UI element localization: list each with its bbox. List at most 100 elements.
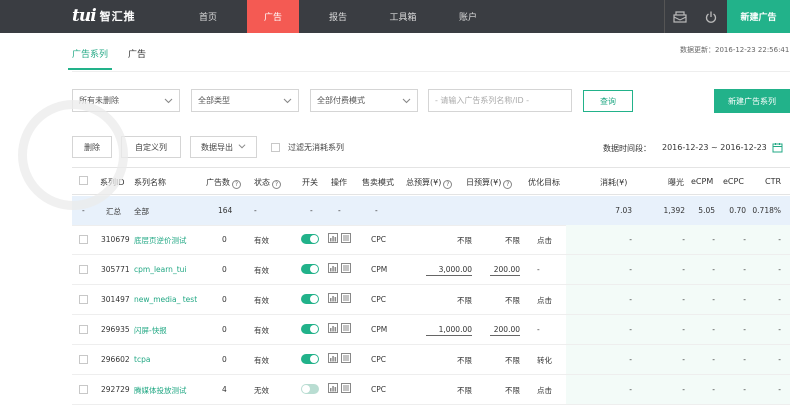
help-icon[interactable]: ? (232, 180, 241, 189)
report-icon[interactable] (341, 383, 351, 393)
date-range-value[interactable]: 2016-12-23 ~ 2016-12-23 (662, 143, 767, 152)
row-total-budget[interactable]: 不限 (426, 295, 472, 306)
row-daily-budget[interactable]: 200.00 (490, 325, 520, 336)
col-ecpm[interactable]: eCPM (691, 177, 713, 186)
col-ecpc[interactable]: eCPC (723, 177, 744, 186)
chart-icon[interactable] (328, 353, 338, 363)
filter-no-cost-checkbox[interactable]: 过滤无消耗系列 (271, 142, 344, 153)
checkbox[interactable] (271, 143, 280, 152)
select-all-checkbox[interactable] (79, 176, 88, 185)
row-total-budget[interactable]: 不限 (426, 355, 472, 366)
row-daily-budget[interactable]: 200.00 (490, 265, 520, 276)
custom-columns-button[interactable]: 自定义列 (121, 136, 181, 158)
row-name-link[interactable]: 腾媒体投放测试 (134, 385, 187, 396)
search-input[interactable] (428, 89, 572, 112)
row-checkbox[interactable] (79, 235, 88, 244)
row-name-link[interactable]: 闪屏-快报 (134, 325, 167, 336)
table-row[interactable]: 305771 cpm_learn_tui 0 有效 CPM 3,000.00 2… (72, 255, 790, 285)
col-ctr[interactable]: CTR (765, 177, 781, 186)
help-icon[interactable]: ? (443, 180, 453, 189)
report-icon[interactable] (341, 233, 351, 243)
row-name-link[interactable]: new_media_ test (134, 295, 197, 304)
col-total-budget[interactable]: 总预算(¥)? (406, 177, 453, 189)
chart-icon[interactable] (328, 293, 338, 303)
row-total-budget[interactable]: 3,000.00 (426, 265, 472, 276)
col-ads[interactable]: 广告数? (206, 177, 241, 189)
row-toggle-switch[interactable] (301, 264, 319, 274)
new-series-button[interactable]: 新建广告系列 (714, 89, 790, 113)
row-toggle-switch[interactable] (301, 294, 319, 304)
tab-ad-series[interactable]: 广告系列 (68, 47, 113, 70)
row-toggle-switch[interactable] (301, 354, 319, 364)
search-input-field[interactable] (429, 90, 571, 111)
row-checkbox[interactable] (79, 385, 88, 394)
row-daily-budget[interactable]: 不限 (490, 355, 520, 366)
new-ad-button[interactable]: 新建广告 (727, 0, 790, 33)
report-icon[interactable] (341, 293, 351, 303)
nav-account[interactable]: 账户 (442, 0, 494, 33)
message-icon[interactable] (665, 0, 696, 33)
nav-ads[interactable]: 广告 (247, 0, 299, 33)
table-row[interactable]: 292729 腾媒体投放测试 4 无效 CPC 不限 不限 点击 - - - -… (72, 375, 790, 405)
row-checkbox[interactable] (79, 355, 88, 364)
row-ops (328, 293, 351, 303)
table-row[interactable]: 296935 闪屏-快报 0 有效 CPM 1,000.00 200.00 - … (72, 315, 790, 345)
row-ecpm: - (712, 295, 715, 304)
col-name[interactable]: 系列名称 (134, 177, 166, 188)
chart-icon[interactable] (328, 263, 338, 273)
nav-home[interactable]: 首页 (182, 0, 234, 33)
query-button[interactable]: 查询 (583, 90, 633, 112)
row-total-budget[interactable]: 不限 (426, 235, 472, 246)
chart-icon[interactable] (328, 383, 338, 393)
help-icon[interactable]: ? (272, 180, 281, 189)
pay-mode-select[interactable]: 全部付费模式 (310, 89, 418, 112)
row-daily-budget[interactable]: 不限 (490, 235, 520, 246)
row-checkbox[interactable] (79, 295, 88, 304)
table-row[interactable]: 310679 底层页逆价测试 0 有效 CPC 不限 不限 点击 - - - -… (72, 225, 790, 255)
row-total-budget[interactable]: 1,000.00 (426, 325, 472, 336)
row-toggle-switch[interactable] (301, 384, 319, 394)
update-time: 数据更新：2016-12-23 22:56:41 (680, 46, 790, 54)
nav-reports[interactable]: 报告 (312, 0, 364, 33)
row-checkbox[interactable] (79, 325, 88, 334)
row-checkbox[interactable] (79, 265, 88, 274)
tab-ads[interactable]: 广告 (128, 47, 146, 70)
status-select[interactable]: 所有未删除 (72, 89, 180, 112)
col-status[interactable]: 状态? (254, 177, 281, 189)
delete-button[interactable]: 删除 (72, 136, 112, 158)
power-icon[interactable] (696, 0, 727, 33)
report-icon[interactable] (341, 323, 351, 333)
row-toggle-switch[interactable] (301, 234, 319, 244)
row-daily-budget[interactable]: 不限 (490, 295, 520, 306)
table-row[interactable]: 296602 tcpa 0 有效 CPC 不限 不限 转化 - - - - - (72, 345, 790, 375)
calendar-icon[interactable] (772, 142, 783, 155)
chevron-down-icon (402, 96, 411, 107)
total-ecpm: 5.05 (698, 206, 715, 215)
col-daily-budget[interactable]: 日预算(¥)? (466, 177, 513, 189)
col-ops: 操作 (331, 178, 347, 187)
row-name-link[interactable]: 底层页逆价测试 (134, 235, 187, 246)
total-ops: - (338, 206, 341, 215)
col-id[interactable]: 系列ID (100, 177, 125, 188)
filter-no-cost-label: 过滤无消耗系列 (288, 143, 344, 152)
col-total-budget-label: 总预算(¥) (406, 178, 442, 187)
row-total-budget[interactable]: 不限 (426, 385, 472, 396)
help-icon[interactable]: ? (503, 180, 513, 189)
export-button[interactable]: 数据导出 (190, 136, 257, 158)
type-select[interactable]: 全部类型 (191, 89, 299, 112)
report-icon[interactable] (341, 263, 351, 273)
report-icon[interactable] (341, 353, 351, 363)
chart-icon[interactable] (328, 233, 338, 243)
row-name-link[interactable]: cpm_learn_tui (134, 265, 186, 274)
col-cost[interactable]: 消耗(¥) (600, 177, 627, 188)
table-row[interactable]: 301497 new_media_ test 0 有效 CPC 不限 不限 点击… (72, 285, 790, 315)
total-impressions: 1,392 (663, 206, 685, 215)
row-toggle-switch[interactable] (301, 324, 319, 334)
col-impressions[interactable]: 曝光 (668, 177, 684, 188)
row-daily-budget[interactable]: 不限 (490, 385, 520, 396)
chart-icon[interactable] (328, 323, 338, 333)
row-status: 有效 (254, 326, 269, 335)
logo[interactable]: tui 智汇推 (72, 6, 136, 26)
row-name-link[interactable]: tcpa (134, 355, 150, 364)
nav-toolbox[interactable]: 工具箱 (377, 0, 429, 33)
